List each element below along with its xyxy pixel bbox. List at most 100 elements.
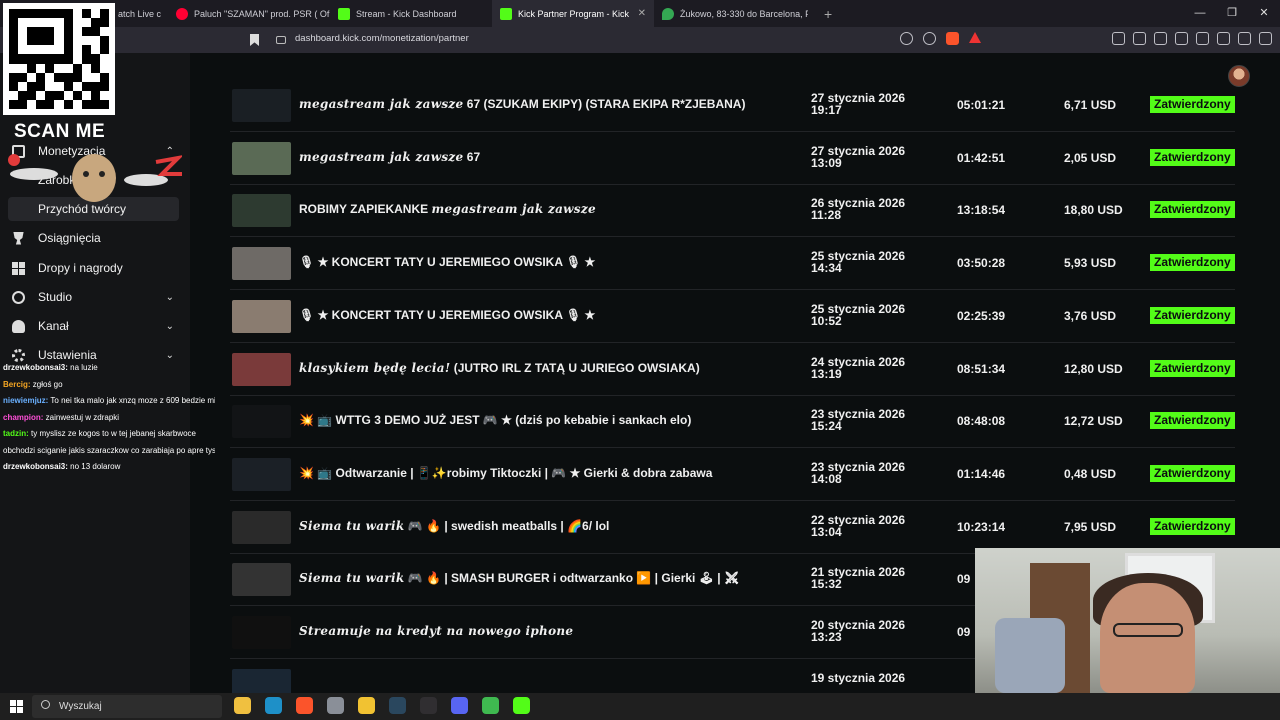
stream-thumbnail[interactable] <box>232 510 291 544</box>
menu-icon[interactable] <box>1259 32 1272 45</box>
stream-date: 23 stycznia 2026 14:08 <box>811 461 905 485</box>
kick-icon[interactable] <box>513 697 530 714</box>
table-row[interactable]: 🎙 ★ KONCERT TATY U JEREMIEGO OWSIKA 🎙 ★ 2… <box>230 237 1235 291</box>
stream-date-day: 27 stycznia 2026 <box>811 143 906 158</box>
stream-earnings: 12,72 USD <box>1064 414 1123 429</box>
table-row[interactable]: 🎙 ★ KONCERT TATY U JEREMIEGO OWSIKA 🎙 ★ 2… <box>230 290 1235 343</box>
stream-date-day: 19 stycznia 2026 <box>811 670 906 685</box>
stream-earnings: 6,71 USD <box>1064 98 1117 112</box>
stream-title: megastream jak zawsze 67 <box>299 150 480 164</box>
cam-chair <box>995 618 1065 693</box>
studio-icon <box>12 290 25 304</box>
stream-earnings: 12,80 USD <box>1064 361 1123 376</box>
leo-icon[interactable] <box>1217 32 1230 45</box>
chat-text: no 13 dolarow <box>67 462 121 471</box>
sidebar-item-kanal[interactable]: Kanał ⌄ <box>12 314 180 338</box>
chat-overlay: drzewkobonsai3: na luzie Bercig: zgłoś go… <box>0 360 215 476</box>
extensions-icon[interactable] <box>1112 32 1125 45</box>
stream-thumbnail[interactable] <box>232 616 291 649</box>
stream-thumbnail[interactable] <box>232 457 291 491</box>
restore-icon[interactable]: ❐ <box>1216 0 1248 27</box>
table-row[interactable]: ROBIMY ZAPIEKANKE megastream jak zawsze 2… <box>230 184 1235 238</box>
stream-thumbnail[interactable] <box>232 247 291 281</box>
media-icon[interactable] <box>1133 32 1146 45</box>
sidebar-item-studio[interactable]: Studio ⌄ <box>12 285 180 309</box>
chat-username: Bercig: <box>3 379 31 389</box>
stream-thumbnail[interactable] <box>232 299 291 333</box>
tab-label: Stream - Kick Dashboard <box>356 8 457 19</box>
table-row[interactable]: klasykiem będę lecia! (JUTRO IRL Z TATĄ … <box>230 343 1235 396</box>
share-icon[interactable] <box>923 32 936 45</box>
chat-message: drzewkobonsai3: na luzie <box>0 360 215 377</box>
table-row[interactable]: megastream jak zawsze 67 (SZUKAM EKIPY) … <box>230 79 1235 132</box>
url-field[interactable]: dashboard.kick.com/monetization/partner <box>295 33 469 44</box>
chat-text: obchodzi sciganie jakis szaraczkow co za… <box>3 445 215 455</box>
sidebar-item-dropy[interactable]: Dropy i nagrody <box>12 256 180 280</box>
sidebar-item-osiagniecia[interactable]: Osiągnięcia <box>12 226 180 250</box>
discord-icon[interactable] <box>451 697 468 714</box>
vpn-icon[interactable] <box>1238 32 1251 45</box>
kick-icon <box>338 7 350 20</box>
app-icon[interactable] <box>327 697 344 714</box>
chrome-icon[interactable] <box>358 697 375 714</box>
tab-kick-dashboard[interactable]: Stream - Kick Dashboard <box>330 0 492 27</box>
chat-message: drzewkobonsai3: no 13 dolarow <box>0 459 215 476</box>
table-row[interactable]: 💥 📺 Odtwarzanie | 📱✨robimy Tiktoczki | 🎮… <box>230 448 1235 501</box>
stream-earnings: 5,93 USD <box>1064 256 1117 271</box>
sidebar-toggle-icon[interactable] <box>1175 32 1188 45</box>
table-row[interactable]: megastream jak zawsze 67 27 stycznia 2026… <box>230 132 1235 185</box>
bookmark-icon[interactable] <box>250 34 259 46</box>
stream-thumbnail[interactable] <box>232 89 291 122</box>
close-tab-icon[interactable]: ✕ <box>638 8 646 19</box>
stream-thumbnail[interactable] <box>232 405 291 439</box>
sidebar-item-label: Kanał <box>38 319 69 333</box>
address-bar: dashboard.kick.com/monetization/partner <box>0 27 1280 53</box>
obs-icon[interactable] <box>420 697 437 714</box>
steam-icon[interactable] <box>389 697 406 714</box>
brave-rewards-icon[interactable] <box>969 32 981 43</box>
minimize-icon[interactable]: — <box>1184 0 1216 27</box>
edge-icon[interactable] <box>265 697 282 714</box>
music-icon[interactable] <box>1154 32 1167 45</box>
stream-title: ROBIMY ZAPIEKANKE megastream jak zawsze <box>299 202 596 216</box>
stream-thumbnail[interactable] <box>232 352 291 386</box>
close-window-icon[interactable]: ✕ <box>1248 0 1280 27</box>
stream-duration: 08:48:08 <box>957 414 1006 429</box>
stream-title-text: 🎮 🔥 | swedish meatballs | 🌈6/ lol <box>404 518 610 533</box>
sidebar-item-label: Studio <box>38 290 73 304</box>
stream-duration: 09 <box>957 572 971 587</box>
channel-icon <box>12 319 25 333</box>
table-row[interactable]: 💥 📺 WTTG 3 DEMO JUŻ JEST 🎮 ★ (dziś po ke… <box>230 395 1235 449</box>
table-row[interactable]: Siema tu warik 🎮 🔥 | swedish meatballs |… <box>230 501 1235 554</box>
wallet-icon[interactable] <box>1196 32 1209 45</box>
brave-icon[interactable] <box>296 697 313 714</box>
taskbar-search[interactable]: Wyszukaj <box>32 695 222 718</box>
stream-thumbnail[interactable] <box>232 563 291 597</box>
tab-maps[interactable]: Żukowo, 83-330 do Barcelona, Prow <box>654 0 816 27</box>
cam-person <box>1100 583 1195 693</box>
stream-thumbnail[interactable] <box>232 194 291 228</box>
stream-thumbnail[interactable] <box>232 141 291 175</box>
stream-title-text: ROBIMY ZAPIEKANKE <box>299 202 432 217</box>
zoom-icon[interactable] <box>900 32 913 45</box>
chat-username: tadzin: <box>3 429 29 438</box>
new-tab-button[interactable]: + <box>816 6 840 22</box>
greenapp-icon[interactable] <box>482 697 499 714</box>
stream-title-stylized: megastream jak zawsze <box>299 97 464 111</box>
stream-title-text: 💥 📺 Odtwarzanie | 📱✨robimy Tiktoczki | 🎮… <box>299 465 713 480</box>
tab-twitch[interactable]: atch Live c <box>118 0 168 27</box>
windows-start-icon[interactable] <box>10 700 23 713</box>
site-info-icon[interactable] <box>276 36 286 44</box>
status-badge: Zatwierdzony <box>1150 254 1235 272</box>
folder-icon[interactable] <box>234 697 251 714</box>
brave-shields-icon[interactable] <box>946 32 959 45</box>
stream-title-text: (JUTRO IRL Z TATĄ U JURIEGO OWSIAKA) <box>450 360 700 375</box>
tab-kick-partner[interactable]: Kick Partner Program - Kick Das ✕ <box>492 0 654 27</box>
grid-icon <box>12 261 25 275</box>
sidebar-item-label: Przychód twórcy <box>38 202 127 216</box>
stream-earnings: 7,95 USD <box>1064 519 1117 534</box>
chat-text: ty myslisz ze kogos to w tej jebanej ska… <box>28 429 196 438</box>
tab-youtube[interactable]: Paluch "SZAMAN" prod. PSR ( Of <box>168 0 330 27</box>
stream-title-text: 🎙 ★ KONCERT TATY U JEREMIEGO OWSIKA 🎙 ★ <box>299 255 596 270</box>
stream-duration: 10:23:14 <box>957 519 1006 534</box>
